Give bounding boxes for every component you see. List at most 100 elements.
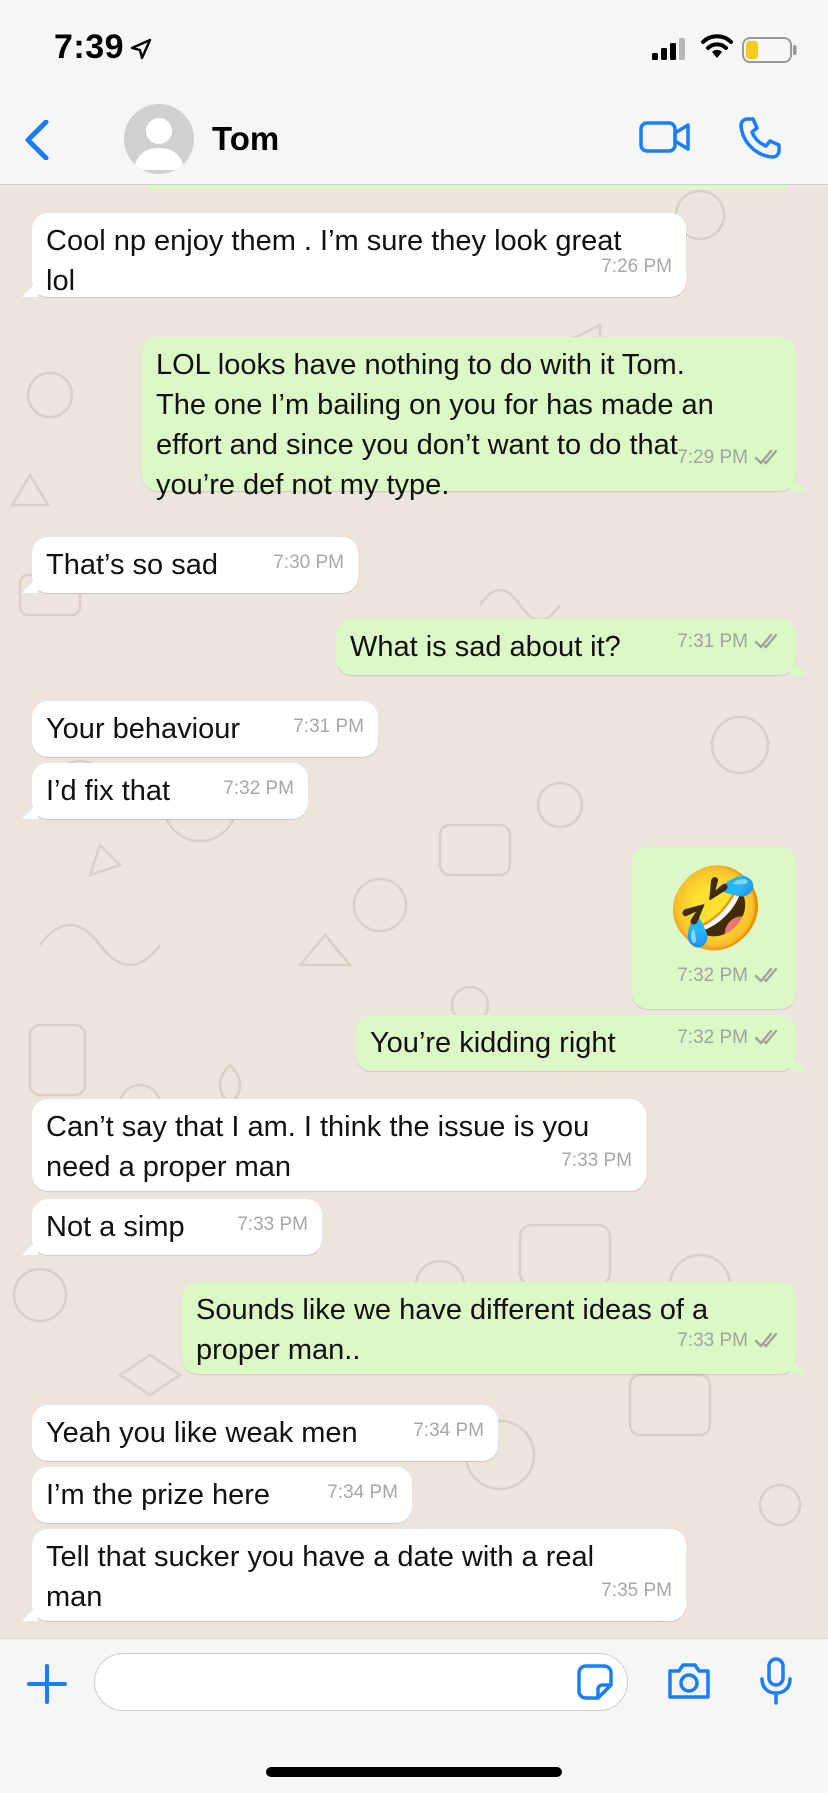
message-time: 7:33 PM bbox=[561, 1150, 632, 1171]
message-meta: 7:33 PM bbox=[237, 1205, 308, 1245]
message-line: need a proper man bbox=[46, 1151, 292, 1183]
message-text: You’re kidding right bbox=[370, 1023, 616, 1063]
avatar[interactable] bbox=[124, 104, 194, 174]
bubble-tail bbox=[790, 659, 806, 675]
incoming-message[interactable]: I’d fix that 7:32 PM bbox=[22, 763, 308, 819]
incoming-message[interactable]: Your behaviour 7:31 PM bbox=[32, 701, 378, 757]
camera-icon[interactable] bbox=[666, 1661, 712, 1701]
message-line: Can’t say that I am. I think the issue i… bbox=[46, 1111, 590, 1143]
message-time: 7:31 PM bbox=[293, 716, 364, 737]
message-time: 7:33 PM bbox=[677, 1330, 748, 1351]
bubble-tail bbox=[22, 1239, 38, 1255]
incoming-message[interactable]: Cool np enjoy them . I’m sure they look … bbox=[22, 213, 686, 297]
incoming-message[interactable]: I’m the prize here 7:34 PM bbox=[32, 1467, 412, 1523]
message-meta: 7:33 PM bbox=[561, 1141, 632, 1181]
incoming-message[interactable]: That’s so sad 7:30 PM bbox=[22, 537, 358, 593]
message-time: 7:32 PM bbox=[223, 778, 294, 799]
message-line: Cool np enjoy them . I’m sure they look … bbox=[46, 225, 622, 257]
incoming-message[interactable]: Not a simp 7:33 PM bbox=[22, 1199, 322, 1255]
outgoing-message[interactable]: Sounds like we have different ideas of a… bbox=[182, 1282, 806, 1374]
message-text: That’s so sad bbox=[46, 545, 218, 585]
composer-bar bbox=[0, 1638, 828, 1793]
message-input[interactable] bbox=[94, 1653, 628, 1711]
outgoing-message[interactable]: What is sad about it? 7:31 PM bbox=[336, 619, 806, 675]
message-time: 7:32 PM bbox=[677, 965, 748, 986]
sticker-icon[interactable] bbox=[576, 1663, 614, 1701]
message-time: 7:33 PM bbox=[237, 1214, 308, 1235]
outgoing-message[interactable]: You’re kidding right 7:32 PM bbox=[356, 1015, 806, 1071]
message-line: I’m the prize here bbox=[46, 1479, 271, 1511]
message-meta: 7:34 PM bbox=[413, 1411, 484, 1451]
home-indicator[interactable] bbox=[266, 1767, 562, 1777]
message-time: 7:32 PM bbox=[677, 1027, 748, 1048]
message-time: 7:34 PM bbox=[413, 1420, 484, 1441]
read-ticks-icon bbox=[754, 633, 778, 649]
bubble-tail bbox=[22, 577, 38, 593]
message-time: 7:26 PM bbox=[601, 256, 672, 277]
message-line: The one I’m bailing on you for has made … bbox=[156, 389, 714, 421]
message-text: Can’t say that I am. I think the issue i… bbox=[46, 1107, 589, 1187]
message-list[interactable]: Cool np enjoy them . I’m sure they look … bbox=[0, 185, 828, 1638]
message-meta: 7:32 PM bbox=[223, 769, 294, 809]
message-text: Tell that sucker you have a date with a … bbox=[46, 1537, 594, 1617]
incoming-message[interactable]: Can’t say that I am. I think the issue i… bbox=[32, 1099, 646, 1191]
message-meta: 7:26 PM bbox=[601, 247, 672, 287]
status-time: 7:39 bbox=[54, 28, 125, 66]
video-call-icon[interactable] bbox=[638, 118, 692, 156]
incoming-message[interactable]: Tell that sucker you have a date with a … bbox=[22, 1529, 686, 1621]
incoming-message[interactable]: Yeah you like weak men 7:34 PM bbox=[32, 1405, 498, 1461]
message-line: What is sad about it? bbox=[350, 631, 621, 663]
message-text: Yeah you like weak men bbox=[46, 1413, 358, 1453]
message-line: Not a simp bbox=[46, 1211, 185, 1243]
message-text: What is sad about it? bbox=[350, 627, 621, 667]
plus-icon[interactable] bbox=[26, 1663, 68, 1705]
message-line: Sounds like we have different ideas of a bbox=[196, 1294, 709, 1326]
message-meta: 7:33 PM bbox=[677, 1321, 782, 1364]
default-avatar-icon bbox=[134, 118, 184, 170]
message-meta: 7:32 PM bbox=[677, 956, 782, 999]
read-ticks-icon bbox=[754, 967, 778, 983]
bubble-tail bbox=[22, 803, 38, 819]
message-time: 7:34 PM bbox=[327, 1482, 398, 1503]
read-ticks-icon bbox=[754, 449, 778, 465]
back-chevron-icon[interactable] bbox=[22, 120, 52, 160]
chat-header: Tom bbox=[0, 96, 828, 185]
message-time: 7:30 PM bbox=[273, 552, 344, 573]
message-line: effort and since you don’t want to do th… bbox=[156, 429, 678, 461]
message-meta: 7:29 PM bbox=[677, 438, 782, 481]
phone-icon[interactable] bbox=[738, 116, 782, 160]
previous-message-edge bbox=[140, 185, 796, 189]
outgoing-message[interactable]: LOL looks have nothing to do with it Tom… bbox=[142, 337, 806, 501]
message-line: That’s so sad bbox=[46, 549, 218, 581]
message-line: LOL looks have nothing to do with it Tom… bbox=[156, 349, 685, 381]
read-ticks-icon bbox=[754, 1029, 778, 1045]
message-line: Your behaviour bbox=[46, 713, 241, 745]
bubble-tail bbox=[22, 1605, 38, 1621]
status-bar: 7:39 bbox=[0, 0, 828, 96]
emoji: 🤣 bbox=[666, 864, 766, 953]
message-line: you’re def not my type. bbox=[156, 469, 450, 501]
contact-name[interactable]: Tom bbox=[212, 120, 279, 158]
bubble-tail bbox=[22, 281, 38, 297]
message-line: Yeah you like weak men bbox=[46, 1417, 358, 1449]
message-meta: 7:35 PM bbox=[601, 1571, 672, 1611]
message-text: Sounds like we have different ideas of a… bbox=[196, 1290, 708, 1370]
outgoing-message[interactable]: 🤣 7:32 PM bbox=[632, 847, 796, 1009]
message-text: Cool np enjoy them . I’m sure they look … bbox=[46, 221, 621, 301]
message-text: Not a simp bbox=[46, 1207, 185, 1247]
message-meta: 7:31 PM bbox=[293, 707, 364, 747]
message-text: I’m the prize here bbox=[46, 1475, 270, 1515]
message-meta: 7:31 PM bbox=[677, 622, 782, 665]
message-text: I’d fix that bbox=[46, 771, 170, 811]
microphone-icon[interactable] bbox=[758, 1657, 794, 1705]
message-meta: 7:34 PM bbox=[327, 1473, 398, 1513]
message-time: 7:35 PM bbox=[601, 1580, 672, 1601]
bubble-tail bbox=[790, 1358, 806, 1374]
message-time: 7:31 PM bbox=[677, 631, 748, 652]
cellular-signal-icon bbox=[652, 38, 685, 60]
message-line: I’d fix that bbox=[46, 775, 171, 807]
wifi-icon bbox=[701, 34, 733, 58]
bubble-tail bbox=[790, 1055, 806, 1071]
message-line: man bbox=[46, 1581, 103, 1613]
message-meta: 7:30 PM bbox=[273, 543, 344, 583]
